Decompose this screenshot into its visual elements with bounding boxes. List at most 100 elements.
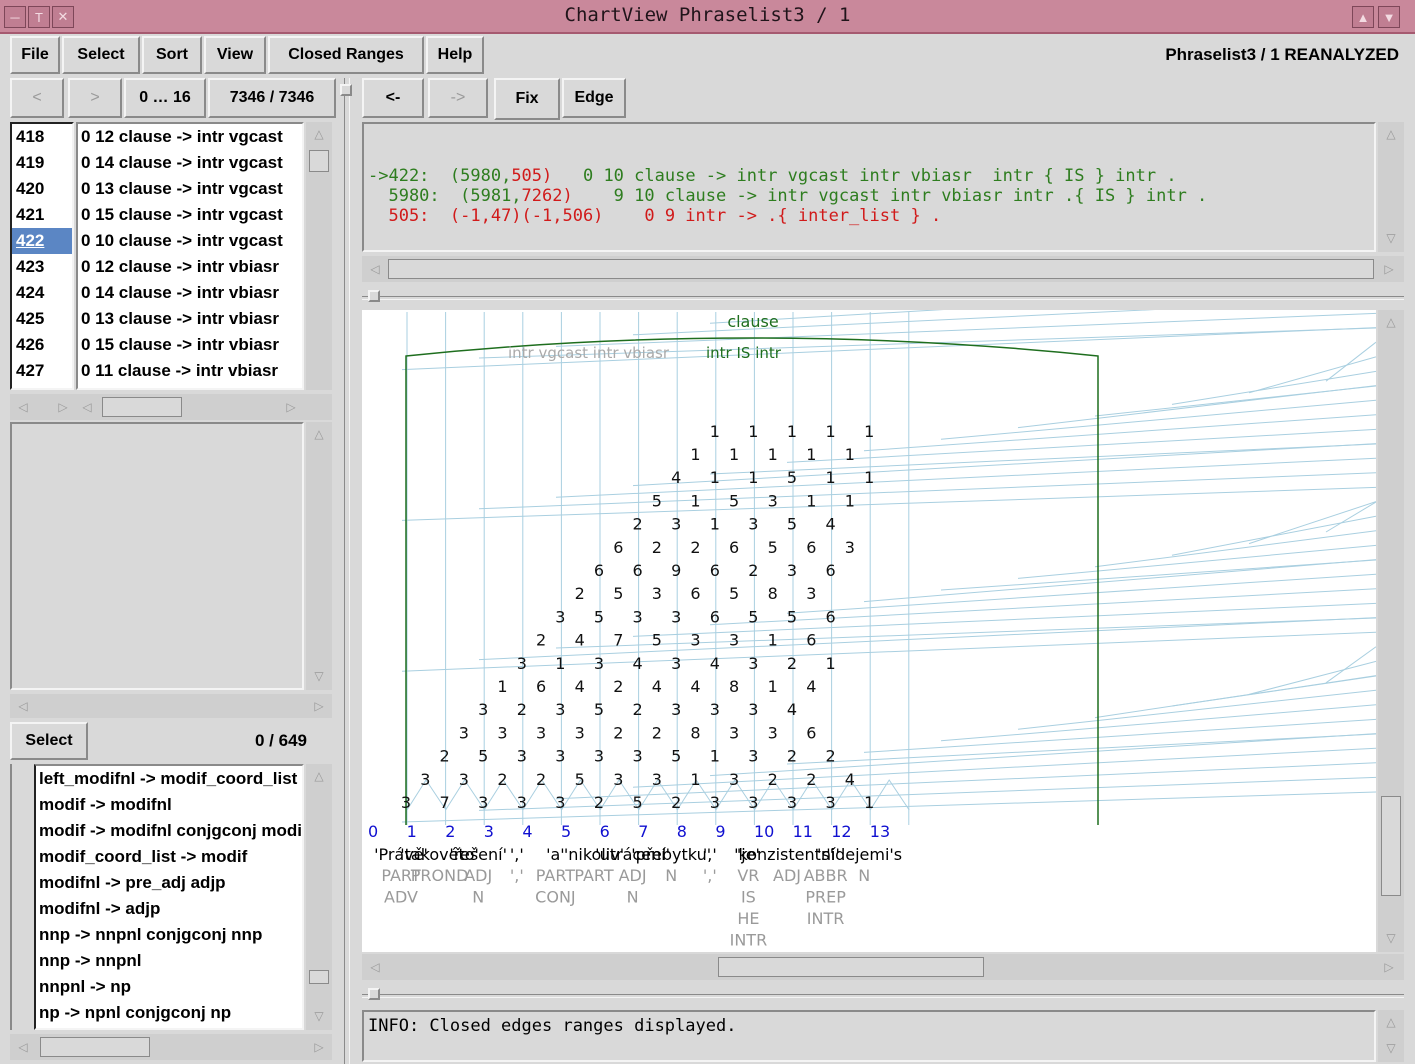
- scroll-left-icon[interactable]: ◁: [12, 695, 34, 717]
- list-item[interactable]: modif -> modifnl: [36, 792, 302, 818]
- scroll-left-icon[interactable]: ◁: [364, 956, 386, 978]
- list-item[interactable]: np -> npnl conjgconj np: [36, 1000, 302, 1026]
- list-item[interactable]: left_modifnl -> modif_coord_list: [36, 766, 302, 792]
- list-item[interactable]: nnpnl -> np: [36, 974, 302, 1000]
- list-item[interactable]: 427: [12, 358, 72, 384]
- list-item[interactable]: 0 10 clause -> intr vgcast: [78, 228, 302, 254]
- chart-vscrollbar[interactable]: △ ▽: [1378, 310, 1404, 952]
- forward-button[interactable]: ->: [428, 78, 488, 118]
- list-item[interactable]: modifnl -> adjp: [36, 896, 302, 922]
- back-button[interactable]: <-: [362, 78, 424, 118]
- scroll-thumb[interactable]: [388, 259, 1374, 279]
- status-scrollbar[interactable]: △ ▽: [1378, 1010, 1404, 1062]
- pane-divider[interactable]: [344, 78, 350, 1064]
- scroll-thumb[interactable]: [40, 1037, 150, 1057]
- menu-closed-ranges[interactable]: Closed Ranges: [268, 36, 424, 74]
- scroll-thumb[interactable]: [102, 397, 182, 417]
- pane-splitter[interactable]: [362, 296, 1404, 300]
- list-item[interactable]: 418: [12, 124, 72, 150]
- menu-file[interactable]: File: [10, 36, 60, 74]
- list-item[interactable]: 0 11 clause -> intr vbiasr: [78, 358, 302, 384]
- scroll-thumb[interactable]: [1381, 796, 1401, 896]
- scroll-down-icon[interactable]: ▽: [306, 664, 332, 688]
- list-item-selected[interactable]: 422: [12, 228, 72, 254]
- pane-divider-handle[interactable]: [340, 84, 352, 96]
- edge-info-hscrollbar[interactable]: ◁ ▷: [362, 256, 1404, 282]
- scroll-up-icon[interactable]: △: [306, 422, 332, 446]
- scroll-up-icon[interactable]: △: [1378, 1010, 1404, 1034]
- scroll-left-icon[interactable]: ◁: [76, 396, 98, 418]
- list-item[interactable]: 425: [12, 306, 72, 332]
- list-item[interactable]: 421: [12, 202, 72, 228]
- chart-canvas[interactable]: clause intr vgcast intr vbiasr intr IS int…: [362, 310, 1376, 952]
- grammar-list-hscrollbar[interactable]: ◁ ▷: [10, 1034, 332, 1060]
- scroll-up-icon[interactable]: △: [1378, 310, 1404, 334]
- menu-select[interactable]: Select: [62, 36, 140, 74]
- pane-splitter[interactable]: [362, 994, 1404, 998]
- detail-pane-hscrollbar[interactable]: ◁ ▷: [10, 694, 332, 718]
- prev-button[interactable]: <: [10, 78, 64, 118]
- phrase-list-hscrollbar[interactable]: ◁ ▷ ◁ ▷: [10, 394, 332, 420]
- scroll-thumb[interactable]: [309, 970, 329, 984]
- list-item[interactable]: 0 12 clause -> intr vgcast: [78, 124, 302, 150]
- scroll-up-icon[interactable]: △: [1378, 122, 1404, 146]
- list-item[interactable]: nnp -> nnpnl conjgconj nnp: [36, 922, 302, 948]
- minimize-icon[interactable]: ▲: [1352, 6, 1374, 28]
- list-item[interactable]: 426: [12, 332, 72, 358]
- next-button[interactable]: >: [68, 78, 122, 118]
- list-item[interactable]: 420: [12, 176, 72, 202]
- scroll-left-icon[interactable]: ◁: [12, 1036, 34, 1058]
- scroll-right-icon[interactable]: ▷: [308, 695, 330, 717]
- edge-button[interactable]: Edge: [562, 78, 626, 118]
- list-item[interactable]: 424: [12, 280, 72, 306]
- scroll-down-icon[interactable]: ▽: [1378, 926, 1404, 950]
- pane-splitter-handle[interactable]: [368, 290, 380, 302]
- list-item[interactable]: 423: [12, 254, 72, 280]
- menu-help[interactable]: Help: [426, 36, 484, 74]
- pane-splitter-handle[interactable]: [368, 988, 380, 1000]
- scroll-left-icon[interactable]: ◁: [364, 258, 386, 280]
- rule-select-button[interactable]: Select: [10, 722, 88, 760]
- phrase-rule-list[interactable]: 0 12 clause -> intr vgcast 0 14 clause -…: [76, 122, 304, 390]
- scroll-right-icon[interactable]: ▷: [280, 396, 302, 418]
- scroll-right-icon[interactable]: ▷: [308, 1036, 330, 1058]
- scroll-thumb[interactable]: [309, 150, 329, 172]
- edge-info-scrollbar[interactable]: △ ▽: [1378, 122, 1404, 252]
- list-item[interactable]: 0 12 clause -> intr vbiasr: [78, 254, 302, 280]
- title-bar[interactable]: ─ T ✕ ChartView Phraselist3 / 1 ▲ ▼: [0, 0, 1415, 34]
- edge-count-label: 3: [478, 700, 488, 719]
- grammar-rule-list[interactable]: left_modifnl -> modif_coord_list modif -…: [34, 764, 304, 1030]
- phrase-list-scrollbar[interactable]: △: [306, 122, 332, 390]
- list-item[interactable]: 419: [12, 150, 72, 176]
- maximize-icon[interactable]: ▼: [1378, 6, 1400, 28]
- list-item[interactable]: 0 13 clause -> intr vgcast: [78, 176, 302, 202]
- scroll-right-icon[interactable]: ▷: [1378, 956, 1400, 978]
- scroll-down-icon[interactable]: ▽: [1378, 226, 1404, 250]
- fix-button[interactable]: Fix: [494, 78, 560, 120]
- menu-view[interactable]: View: [204, 36, 266, 74]
- chart-svg[interactable]: clause intr vgcast intr vbiasr intr IS int…: [362, 310, 1376, 952]
- list-item[interactable]: 0 14 clause -> intr vgcast: [78, 150, 302, 176]
- list-item[interactable]: 0 15 clause -> intr vbiasr: [78, 332, 302, 358]
- list-item[interactable]: modif -> modifnl conjgconj modif: [36, 818, 302, 844]
- scroll-down-icon[interactable]: ▽: [306, 1004, 332, 1028]
- phrase-number-list[interactable]: 418 419 420 421 422 423 424 425 426 427: [10, 122, 74, 390]
- grammar-list-scrollbar[interactable]: △ ▽: [306, 764, 332, 1030]
- list-item[interactable]: 0 15 clause -> intr vgcast: [78, 202, 302, 228]
- detail-pane-scrollbar[interactable]: △ ▽: [306, 422, 332, 690]
- scroll-up-icon[interactable]: △: [306, 122, 332, 146]
- scroll-right-icon[interactable]: ▷: [52, 396, 74, 418]
- scroll-left-icon[interactable]: ◁: [12, 396, 34, 418]
- menu-sort[interactable]: Sort: [142, 36, 202, 74]
- scroll-down-icon[interactable]: ▽: [1378, 1036, 1404, 1060]
- chart-hscrollbar[interactable]: ◁ ▷: [362, 954, 1404, 980]
- list-item[interactable]: modifnl -> pre_adj adjp: [36, 870, 302, 896]
- scroll-right-icon[interactable]: ▷: [1378, 258, 1400, 280]
- list-item[interactable]: 0 13 clause -> intr vbiasr: [78, 306, 302, 332]
- list-item[interactable]: modif_coord_list -> modif: [36, 844, 302, 870]
- scroll-thumb[interactable]: [718, 957, 984, 977]
- list-item[interactable]: 0 14 clause -> intr vbiasr: [78, 280, 302, 306]
- edge-count-label: 1: [787, 422, 797, 441]
- scroll-up-icon[interactable]: △: [306, 764, 332, 788]
- list-item[interactable]: nnp -> nnpnl: [36, 948, 302, 974]
